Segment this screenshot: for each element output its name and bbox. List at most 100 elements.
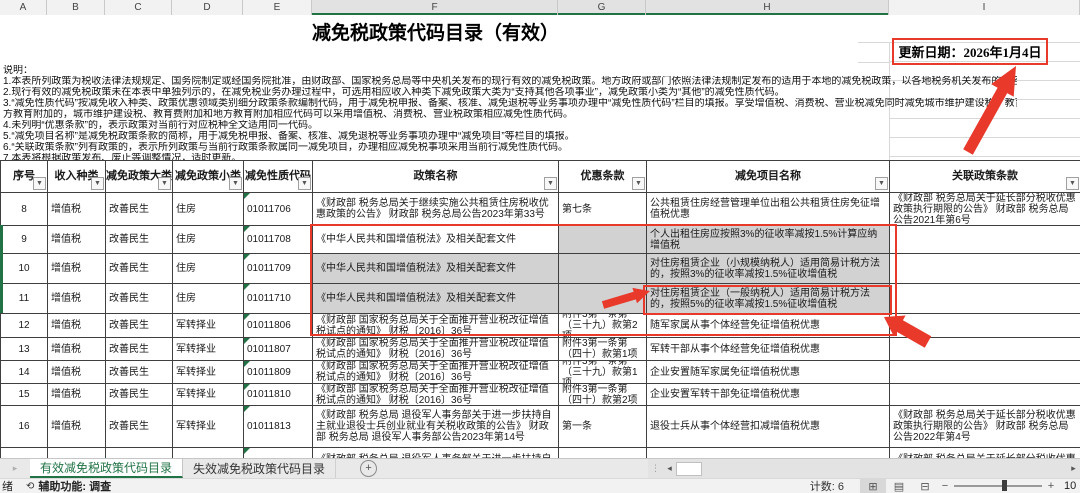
zoom-slider-thumb[interactable]	[1002, 480, 1007, 491]
column-header-b[interactable]: B	[47, 0, 105, 15]
cell-income[interactable]: 增值税	[48, 193, 106, 226]
cell-clause[interactable]: 第七条	[559, 193, 647, 226]
cell-clause[interactable]	[559, 284, 647, 314]
header-code[interactable]: 减免性质代码▼	[244, 161, 313, 193]
cell-related[interactable]: 《财政部 税务总局关于延长部分税收优惠政策执行期限的公告》 财政部 税务总局公告…	[890, 448, 1080, 458]
cell-item[interactable]: 企业招用退役士兵扣减增值税优惠	[647, 448, 890, 458]
cell-policy[interactable]: 《财政部 国家税务总局关于全面推开营业税改征增值税试点的通知》 财税〔2016〕…	[313, 361, 559, 384]
cell-related[interactable]	[890, 361, 1080, 384]
cell-seq[interactable]: 10	[1, 254, 48, 284]
cell-clause[interactable]: 第一条	[559, 448, 647, 458]
cell-code[interactable]: 01011809	[244, 361, 313, 384]
horizontal-scrollbar[interactable]: ⋮ ◂ ▸	[648, 459, 1080, 478]
cell-minor[interactable]: 军转择业	[173, 314, 244, 338]
cell-policy[interactable]: 《财政部 国家税务总局关于全面推开营业税改征增值税试点的通知》 财税〔2016〕…	[313, 314, 559, 338]
cell-major[interactable]: 改善民生	[106, 226, 173, 254]
cell-code[interactable]: 01011708	[244, 226, 313, 254]
cell-clause[interactable]: 附件3第一条第（四十）款第1项	[559, 338, 647, 361]
cell-major[interactable]: 改善民生	[106, 284, 173, 314]
cell-item[interactable]: 公共租赁住房经营管理单位出租公共租赁住房免征增值税优惠	[647, 193, 890, 226]
cell-major[interactable]: 改善民生	[106, 384, 173, 406]
filter-button[interactable]: ▼	[632, 177, 645, 190]
sheet-tab-active[interactable]: 有效减免税政策代码目录	[30, 459, 183, 478]
cell-related[interactable]	[890, 254, 1080, 284]
cell-item[interactable]: 随军家属从事个体经营免征增值税优惠	[647, 314, 890, 338]
cell-income[interactable]: 增值税	[48, 254, 106, 284]
header-policy[interactable]: 政策名称▼	[313, 161, 559, 193]
cell-income[interactable]: 增值税	[48, 448, 106, 458]
cell-seq[interactable]: 9	[1, 226, 48, 254]
column-header-g[interactable]: G	[558, 0, 646, 15]
cell-policy-active[interactable]: 《中华人民共和国增值税法》及相关配套文件	[313, 226, 559, 254]
header-major[interactable]: 减免政策大类▼	[106, 161, 173, 193]
cell-related[interactable]	[890, 338, 1080, 361]
cell-seq[interactable]: 12	[1, 314, 48, 338]
cell-clause[interactable]: 第一条	[559, 406, 647, 448]
cell-policy[interactable]: 《财政部 税务总局 退役军人事务部关于进一步扶持自主就业退役士兵创业就业有关税收…	[313, 406, 559, 448]
filter-button[interactable]: ▼	[298, 177, 311, 190]
cell-policy[interactable]: 《中华人民共和国增值税法》及相关配套文件	[313, 254, 559, 284]
zoom-in-button[interactable]: +	[1044, 480, 1058, 492]
filter-button[interactable]: ▼	[875, 177, 888, 190]
cell-related[interactable]	[890, 284, 1080, 314]
cell-clause[interactable]	[559, 226, 647, 254]
cell-income[interactable]: 增值税	[48, 361, 106, 384]
cell-major[interactable]: 改善民生	[106, 338, 173, 361]
column-header-d[interactable]: D	[172, 0, 243, 15]
cell-code[interactable]: 01011813	[244, 406, 313, 448]
cell-item[interactable]: 对住房租赁企业（小规模纳税人）适用简易计税方法的，按照3%的征收率减按1.5%征…	[647, 254, 890, 284]
tab-nav-next-icon[interactable]: ▸	[0, 459, 30, 478]
view-normal-button[interactable]: ⊞	[860, 479, 886, 493]
scroll-left-button[interactable]: ◂	[663, 461, 676, 476]
cell-policy[interactable]: 《中华人民共和国增值税法》及相关配套文件	[313, 284, 559, 314]
cell-minor[interactable]: 军转择业	[173, 448, 244, 458]
cell-clause[interactable]	[559, 254, 647, 284]
scrollbar-thumb[interactable]	[676, 462, 702, 476]
filter-button[interactable]: ▼	[91, 177, 104, 190]
update-date-cell[interactable]: 更新日期：2026年1月4日	[892, 38, 1048, 65]
cell-minor[interactable]: 军转择业	[173, 361, 244, 384]
header-item[interactable]: 减免项目名称▼	[647, 161, 890, 193]
add-sheet-button[interactable]: +	[360, 460, 377, 477]
cell-clause[interactable]: 附件3第一条第（三十九）款第1项	[559, 361, 647, 384]
cell-minor[interactable]: 住房	[173, 284, 244, 314]
cell-major[interactable]: 改善民生	[106, 193, 173, 226]
cell-clause[interactable]: 附件3第一条第（四十）款第2项	[559, 384, 647, 406]
cell-income[interactable]: 增值税	[48, 284, 106, 314]
cell-minor[interactable]: 军转择业	[173, 406, 244, 448]
cell-policy[interactable]: 《财政部 税务总局关于继续实施公共租赁住房税收优惠政策的公告》 财政部 税务总局…	[313, 193, 559, 226]
sheet-tab-inactive[interactable]: 失效减免税政策代码目录	[183, 459, 336, 478]
cell-seq[interactable]: 13	[1, 338, 48, 361]
cell-seq[interactable]: 14	[1, 361, 48, 384]
cell-income[interactable]: 增值税	[48, 406, 106, 448]
column-header-i[interactable]: I	[889, 0, 1080, 15]
cell-income[interactable]: 增值税	[48, 338, 106, 361]
cell-income[interactable]: 增值税	[48, 314, 106, 338]
cell-seq[interactable]: 8	[1, 193, 48, 226]
cell-income[interactable]: 增值税	[48, 226, 106, 254]
cell-item[interactable]: 军转干部从事个体经营免征增值税优惠	[647, 338, 890, 361]
cell-policy[interactable]: 《财政部 国家税务总局关于全面推开营业税改征增值税试点的通知》 财税〔2016〕…	[313, 338, 559, 361]
column-header-f[interactable]: F	[312, 0, 558, 15]
cell-major[interactable]: 改善民生	[106, 448, 173, 458]
cell-clause[interactable]: 附件3第一条第（三十九）款第2项	[559, 314, 647, 338]
cell-item[interactable]: 退役士兵从事个体经营扣减增值税优惠	[647, 406, 890, 448]
filter-button[interactable]: ▼	[33, 177, 46, 190]
column-header-e[interactable]: E	[243, 0, 312, 15]
cell-item[interactable]: 企业安置随军家属免征增值税优惠	[647, 361, 890, 384]
cell-seq[interactable]: 15	[1, 384, 48, 406]
cell-related[interactable]: 《财政部 税务总局关于延长部分税收优惠政策执行期限的公告》 财政部 税务总局公告…	[890, 406, 1080, 448]
cell-code[interactable]: 01011810	[244, 384, 313, 406]
cell-minor[interactable]: 住房	[173, 254, 244, 284]
zoom-slider[interactable]	[954, 485, 1042, 487]
header-minor[interactable]: 减免政策小类▼	[173, 161, 244, 193]
view-page-break-button[interactable]: ⊟	[912, 479, 938, 493]
column-header-h[interactable]: H	[646, 0, 889, 15]
cell-related[interactable]	[890, 314, 1080, 338]
scrollbar-splitter-icon[interactable]: ⋮	[648, 463, 663, 474]
cell-seq[interactable]: 17	[1, 448, 48, 458]
cell-code[interactable]: 01011710	[244, 284, 313, 314]
header-clause[interactable]: 优惠条款▼	[559, 161, 647, 193]
cell-related[interactable]	[890, 226, 1080, 254]
scroll-right-button[interactable]: ▸	[1067, 461, 1080, 476]
